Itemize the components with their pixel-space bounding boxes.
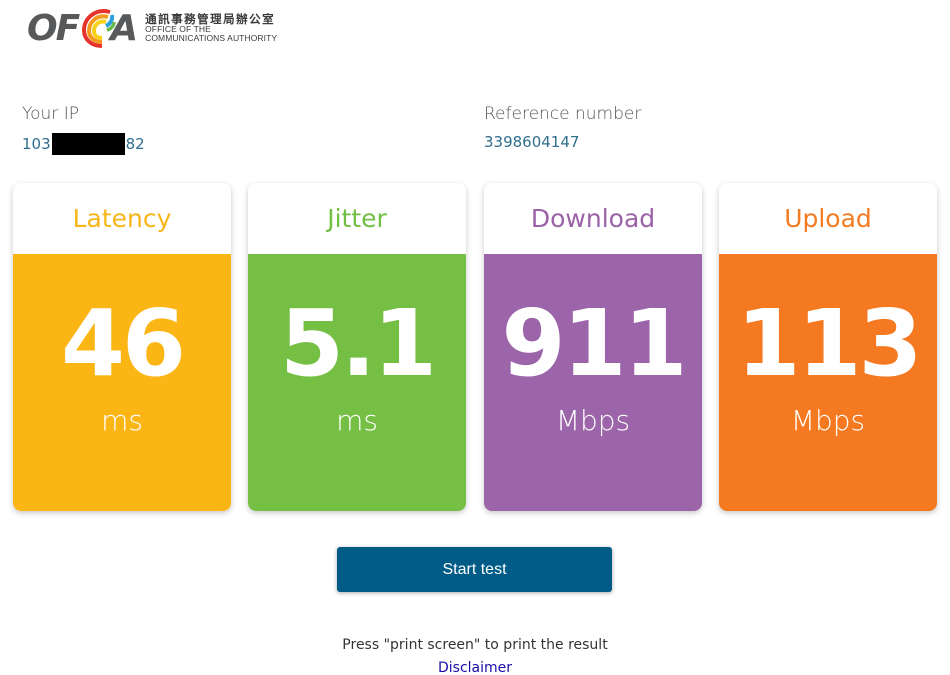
ip-redaction-bar: [51, 133, 125, 155]
download-card: Download 911 Mbps: [484, 183, 702, 511]
jitter-unit: ms: [336, 404, 378, 437]
upload-unit: Mbps: [790, 404, 866, 437]
latency-title: Latency: [72, 204, 172, 233]
download-body: 911 Mbps: [484, 254, 702, 511]
logo-wordmark: 通訊事務管理局辦公室 OFFICE OF THE COMMUNICATIONS …: [145, 13, 277, 43]
disclaimer-link[interactable]: Disclaimer: [0, 660, 950, 675]
download-value: 911: [501, 290, 687, 397]
latency-value: 46: [60, 290, 186, 397]
ofca-logo-mark: OF A: [27, 4, 138, 52]
jitter-value: 5.1: [280, 290, 437, 397]
start-test-button[interactable]: Start test: [337, 547, 612, 592]
reference-info: Reference number 3398604147: [484, 104, 641, 151]
ip-suffix: 82: [125, 135, 145, 153]
upload-value: 113: [736, 290, 922, 397]
upload-title: Upload: [784, 204, 872, 233]
upload-body: 113 Mbps: [719, 254, 937, 511]
download-title: Download: [530, 204, 656, 233]
latency-body: 46 ms: [13, 254, 231, 511]
download-unit: Mbps: [555, 404, 631, 437]
ip-info: Your IP 103 82: [22, 104, 145, 155]
jitter-card: Jitter 5.1 ms: [248, 183, 466, 511]
ip-label: Your IP: [22, 104, 79, 124]
logo-of-text: OF: [27, 7, 80, 49]
jitter-body: 5.1 ms: [248, 254, 466, 511]
upload-card: Upload 113 Mbps: [719, 183, 937, 511]
logo-english-line-2: COMMUNICATIONS AUTHORITY: [145, 33, 278, 44]
ip-prefix: 103: [22, 135, 51, 153]
logo-a-text: A: [110, 7, 138, 49]
jitter-title: Jitter: [327, 204, 387, 233]
reference-label: Reference number: [484, 104, 642, 124]
reference-value: 3398604147: [484, 133, 580, 151]
ip-value: 103 82: [22, 133, 145, 155]
speed-test-page: OF A 通訊事務管理局辦公室 OFFICE OF THE COMMUNICAT…: [0, 0, 950, 675]
print-screen-note: Press "print screen" to print the result: [342, 637, 608, 653]
latency-card: Latency 46 ms: [13, 183, 231, 511]
ofca-logo: OF A 通訊事務管理局辦公室 OFFICE OF THE COMMUNICAT…: [27, 4, 277, 52]
latency-unit: ms: [101, 404, 143, 437]
